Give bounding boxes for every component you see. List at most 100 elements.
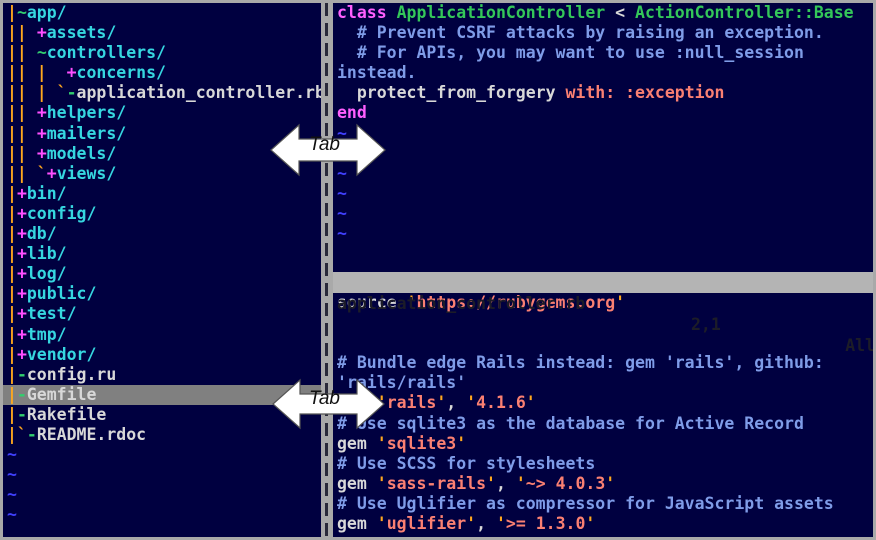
tree-row[interactable]: || | +concerns/ (3, 63, 321, 83)
code-line: gem 'sqlite3' (333, 433, 873, 454)
tree-directory-label: config/ (26, 203, 97, 223)
tree-guide: |` (7, 424, 27, 444)
tree-guide: | (7, 284, 17, 304)
tree-row[interactable]: |+vendor/ (3, 345, 321, 365)
tree-file-label: Gemfile (26, 384, 97, 404)
code-line: end (333, 103, 873, 123)
tilde-icon: ~ (7, 485, 17, 505)
application-controller-buffer[interactable]: class ApplicationController < ActionCont… (333, 3, 873, 271)
tree-marker-file: - (26, 424, 37, 444)
tree-marker-closed: + (16, 324, 27, 344)
tilde-icon: ~ (337, 163, 347, 183)
tilde-icon: ~ (337, 143, 347, 163)
tree-marker-closed: + (36, 103, 47, 123)
empty-line-marker: ~ (3, 445, 321, 465)
split-dash-line (325, 3, 328, 537)
tree-directory-label: public/ (26, 284, 97, 304)
tree-marker-closed: + (16, 304, 27, 324)
tree-row[interactable]: || +helpers/ (3, 103, 321, 123)
tree-row[interactable]: |+db/ (3, 224, 321, 244)
code-token-op: < (615, 3, 636, 22)
tree-guide: | (7, 404, 17, 424)
tree-marker-closed: + (46, 163, 57, 183)
tree-guide: | (7, 224, 17, 244)
code-line: # Use sqlite3 as the database for Active… (333, 414, 873, 434)
tree-directory-label: log/ (26, 264, 67, 284)
code-token-quote: ' (495, 514, 506, 534)
tree-file-label: application_controller.rb (76, 83, 321, 103)
empty-line-marker: ~ (333, 143, 873, 164)
code-line: 'rails/rails' (333, 373, 873, 393)
code-token-const: ActionController::Base (635, 3, 854, 22)
code-token-ident: gem (337, 393, 377, 413)
tree-row[interactable]: || +mailers/ (3, 124, 321, 144)
tree-guide: || (7, 23, 37, 43)
code-token-op: , (476, 514, 496, 534)
code-token-const: ApplicationController (396, 3, 616, 22)
code-token-quote: ' (376, 393, 387, 413)
tree-row[interactable]: || +models/ (3, 144, 321, 164)
code-line: protect_from_forgery with: :exception (333, 83, 873, 103)
tree-row[interactable]: |-config.ru (3, 365, 321, 385)
tree-row[interactable]: |+tmp/ (3, 325, 321, 345)
tree-directory-label: models/ (46, 143, 117, 163)
tree-guide: || | ` (7, 83, 67, 103)
tree-marker-file: - (16, 404, 27, 424)
tree-row[interactable]: || ~controllers/ (3, 43, 321, 63)
tree-row[interactable]: || | `-application_controller.rb (3, 83, 321, 103)
tree-row[interactable]: |+config/ (3, 204, 321, 224)
tree-guide: || | (7, 63, 67, 83)
tree-marker-open: ~ (36, 43, 47, 63)
empty-line-marker: ~ (3, 465, 321, 485)
code-token-comment: # Prevent CSRF attacks by raising an exc… (337, 23, 824, 43)
tree-directory-label: vendor/ (26, 344, 97, 364)
tree-row[interactable]: |-Rakefile (3, 405, 321, 425)
code-line: instead. (333, 63, 873, 83)
nerdtree-file-explorer[interactable]: |~app/|| +assets/|| ~controllers/|| | +c… (3, 3, 321, 537)
code-token-op: , (446, 393, 467, 413)
code-line: gem 'uglifier', '>= 1.3.0' (333, 514, 873, 534)
tree-marker-closed: + (16, 344, 27, 364)
tree-row[interactable]: |+bin/ (3, 184, 321, 204)
tree-row[interactable]: || `+views/ (3, 164, 321, 184)
tree-directory-label: assets/ (46, 23, 117, 43)
tree-row-selected[interactable]: |-Gemfile (3, 384, 321, 405)
tree-row[interactable]: |+lib/ (3, 244, 321, 264)
tilde-icon: ~ (337, 183, 347, 203)
code-token-quote: ' (615, 293, 626, 312)
code-token-quote: ' (515, 473, 526, 493)
tree-marker-closed: + (16, 284, 27, 304)
tree-guide: | (7, 244, 17, 264)
code-token-string: sass-rails (386, 473, 487, 493)
tree-row[interactable]: |+test/ (3, 304, 321, 324)
tree-guide: | (7, 183, 17, 203)
vertical-split-divider[interactable] (321, 3, 333, 537)
code-token-ident: gem (337, 514, 377, 534)
tree-row[interactable]: |+public/ (3, 284, 321, 304)
tree-marker-closed: + (16, 203, 27, 223)
tree-row[interactable]: |+log/ (3, 264, 321, 284)
tree-guide: || ` (7, 163, 47, 183)
tree-row[interactable]: || +assets/ (3, 23, 321, 43)
code-line: # Prevent CSRF attacks by raising an exc… (333, 23, 873, 43)
status-line: application_controller.rb 2,1 All (333, 272, 873, 355)
tree-row[interactable]: |~app/ (3, 3, 321, 23)
tree-marker-closed: + (66, 63, 77, 83)
empty-line-marker: ~ (333, 163, 873, 184)
code-token-quote: ' (466, 393, 477, 413)
tree-row[interactable]: |`-README.rdoc (3, 425, 321, 445)
code-token-ident: protect_from_forgery (337, 83, 566, 103)
code-token-keyword: end (337, 103, 367, 123)
tree-file-label: config.ru (26, 364, 117, 384)
code-token-keyword: class (337, 3, 397, 22)
tree-marker-closed: + (16, 224, 27, 244)
tree-guide: | (7, 384, 17, 404)
gemfile-buffer[interactable]: source 'https://rubygems.org' # Bundle e… (333, 293, 873, 537)
tree-marker-file: - (16, 364, 27, 384)
code-token-quote: ' (376, 433, 387, 453)
tree-directory-label: lib/ (26, 244, 67, 264)
code-token-ident: gem (337, 473, 377, 493)
status-cursor-position: 2,1 (691, 315, 721, 334)
code-token-op: , (495, 473, 516, 493)
